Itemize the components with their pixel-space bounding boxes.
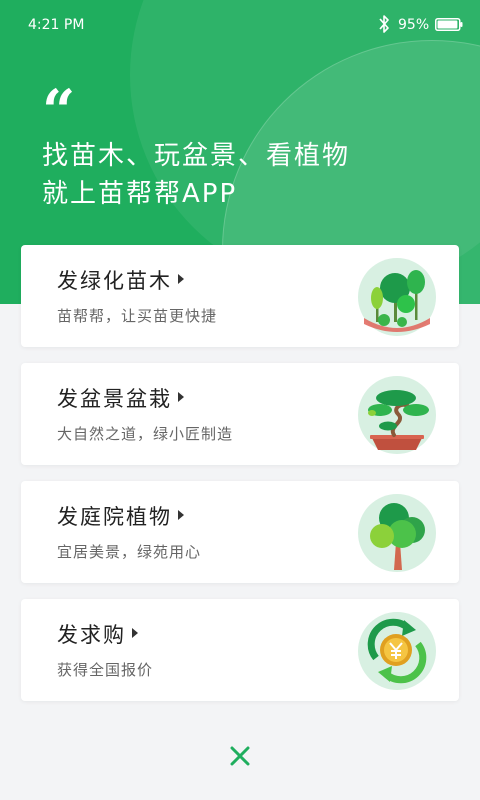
bonsai-icon [358,376,436,454]
greening-trees-icon [358,258,436,336]
battery-percent: 95% [398,17,430,33]
card-greening-trees[interactable]: 发绿化苗木 苗帮帮，让买苗更快捷 [21,245,459,347]
status-time: 4:21 PM [28,17,85,33]
card-title-text: 发绿化苗木 [57,269,172,293]
card-purchase-request[interactable]: 发求购 获得全国报价 [21,599,459,701]
purchase-request-icon [358,612,436,690]
card-title-text: 发求购 [57,623,126,647]
card-subtitle: 苗帮帮，让买苗更快捷 [57,307,218,325]
card-subtitle: 宜居美景，绿苑用心 [57,543,202,561]
card-title-text: 发盆景盆栽 [57,387,172,411]
quote-mark: “ [42,77,76,145]
card-title: 发盆景盆栽 [57,383,184,413]
card-bonsai[interactable]: 发盆景盆栽 大自然之道，绿小匠制造 [21,363,459,465]
card-title: 发求购 [57,619,138,649]
status-bar: 4:21 PM 95% [0,0,480,50]
card-title: 发绿化苗木 [57,265,184,295]
slogan-line-1: 找苗木、玩盆景、看植物 [42,141,351,171]
card-subtitle: 大自然之道，绿小匠制造 [57,425,234,443]
slogan-line-2: 就上苗帮帮APP [42,179,238,209]
battery-icon [435,18,463,31]
caret-right-icon [132,628,138,638]
card-title: 发庭院植物 [57,501,184,531]
bluetooth-icon [379,15,389,33]
card-courtyard-plants[interactable]: 发庭院植物 宜居美景，绿苑用心 [21,481,459,583]
card-title-text: 发庭院植物 [57,505,172,529]
caret-right-icon [178,510,184,520]
courtyard-tree-icon [358,494,436,572]
caret-right-icon [178,392,184,402]
close-icon[interactable] [228,744,252,768]
card-subtitle: 获得全国报价 [57,661,154,679]
caret-right-icon [178,274,184,284]
